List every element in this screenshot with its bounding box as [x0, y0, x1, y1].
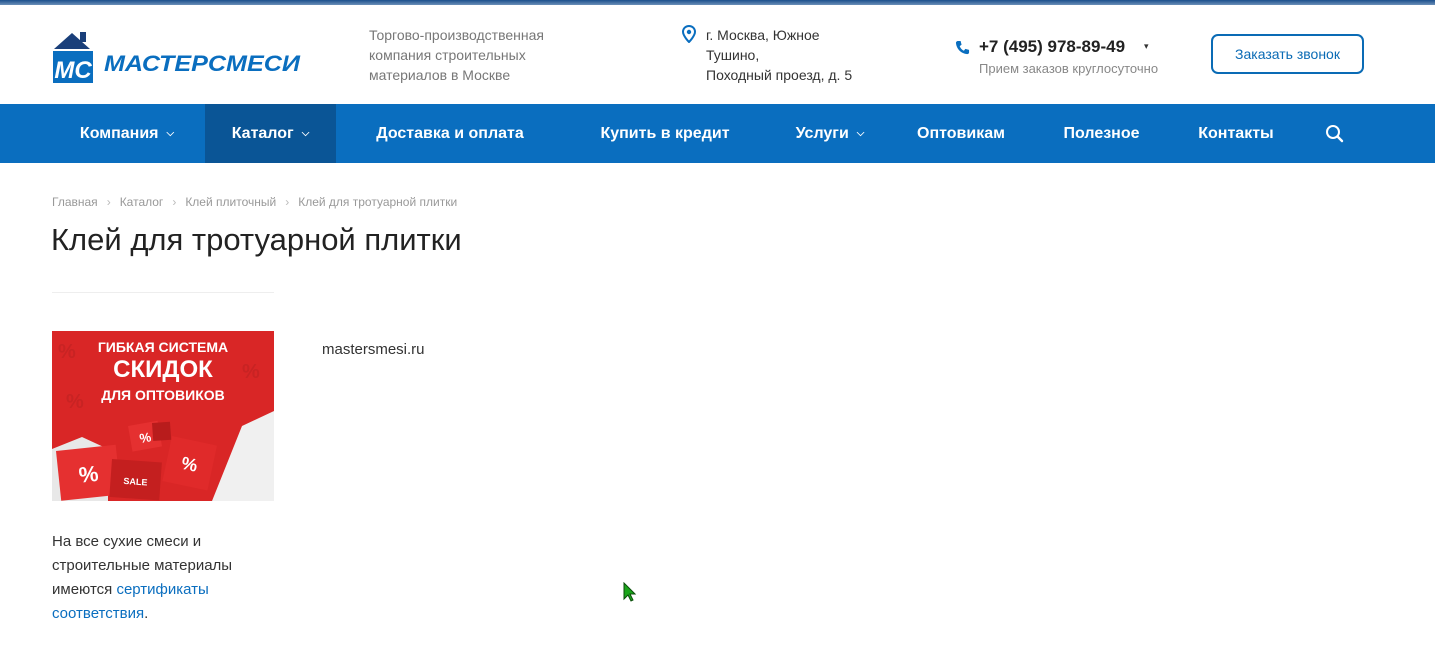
- nav-item-label: Компания: [79, 125, 159, 142]
- svg-text:%: %: [78, 461, 100, 488]
- nav-item-label: Оптовикам: [917, 125, 1005, 142]
- mouse-cursor-icon: [623, 582, 637, 602]
- svg-text:SALE: SALE: [123, 476, 148, 488]
- address-line-3: Походный проезд, д. 5: [706, 67, 853, 83]
- nav-item-label: Полезное: [1063, 125, 1140, 142]
- discount-cubes-illustration: % SALE % %: [52, 411, 274, 501]
- certificates-text-end: .: [144, 605, 149, 622]
- address-line-2: Тушино,: [706, 47, 760, 63]
- breadcrumb-separator: ›: [172, 195, 177, 209]
- breadcrumb-separator: ›: [106, 195, 111, 209]
- main-nav: Компания ⌵ Каталог ⌵ Доставка и оплата Куп…: [0, 104, 1435, 163]
- callback-button[interactable]: Заказать звонок: [1211, 34, 1364, 74]
- site-logo[interactable]: МС МАСТЕРСМЕСИ: [50, 27, 305, 87]
- nav-item-credit[interactable]: Купить в кредит: [590, 104, 740, 163]
- logo-icon: МС МАСТЕРСМЕСИ: [53, 32, 301, 84]
- search-button[interactable]: [1318, 104, 1352, 163]
- breadcrumb-link-home[interactable]: Главная: [52, 195, 98, 209]
- nav-item-label: Услуги: [795, 125, 849, 142]
- logo-wordmark: МАСТЕРСМЕСИ: [104, 51, 301, 76]
- nav-item-services[interactable]: Услуги ⌵: [780, 104, 880, 163]
- content-text: mastersmesi.ru: [322, 341, 425, 358]
- breadcrumb-current: Клей для тротуарной плитки: [298, 195, 458, 209]
- breadcrumb-link-catalog[interactable]: Каталог: [120, 195, 164, 209]
- address-line-1: г. Москва, Южное: [706, 27, 820, 43]
- nav-item-useful[interactable]: Полезное: [1053, 104, 1150, 163]
- nav-item-label: Доставка и оплата: [376, 125, 524, 142]
- phone-dropdown-caret-icon[interactable]: ▾: [1144, 41, 1149, 52]
- location-pin-icon: [681, 25, 697, 43]
- chevron-down-icon: ⌵: [166, 128, 175, 139]
- breadcrumb-separator: ›: [285, 195, 290, 209]
- nav-item-delivery[interactable]: Доставка и оплата: [365, 104, 535, 163]
- sidebar-divider: [52, 292, 274, 293]
- nav-item-wholesale[interactable]: Оптовикам: [905, 104, 1017, 163]
- nav-item-company[interactable]: Компания ⌵: [62, 104, 192, 163]
- search-icon: [1326, 125, 1344, 143]
- phone-note: Прием заказов круглосуточно: [979, 61, 1159, 76]
- nav-item-catalog[interactable]: Каталог ⌵: [205, 104, 336, 163]
- company-tagline: Торгово-производственная компания строит…: [369, 27, 544, 83]
- page-title: Клей для тротуарной плитки: [51, 222, 462, 257]
- breadcrumb-link-tile-glue[interactable]: Клей плиточный: [185, 195, 276, 209]
- logo-letters: МС: [54, 57, 92, 84]
- chevron-down-icon: ⌵: [301, 128, 310, 139]
- chevron-down-icon: ⌵: [856, 128, 865, 139]
- nav-item-label: Купить в кредит: [600, 125, 730, 142]
- nav-item-contacts[interactable]: Контакты: [1186, 104, 1286, 163]
- wholesale-discount-banner[interactable]: % % % ГИБКАЯ СИСТЕМА СКИДОК ДЛЯ ОПТОВИКО…: [52, 331, 274, 501]
- phone-icon: [955, 40, 970, 55]
- phone-number[interactable]: +7 (495) 978-89-49: [979, 37, 1125, 57]
- site-header: МС МАСТЕРСМЕСИ Торгово-производственная …: [0, 5, 1435, 104]
- certificates-note: На все сухие смеси и строительные матери…: [52, 530, 272, 626]
- nav-item-label: Каталог: [231, 125, 294, 142]
- nav-item-label: Контакты: [1198, 125, 1274, 142]
- breadcrumb: Главная › Каталог › Клей плиточный › Клей для …: [52, 195, 457, 209]
